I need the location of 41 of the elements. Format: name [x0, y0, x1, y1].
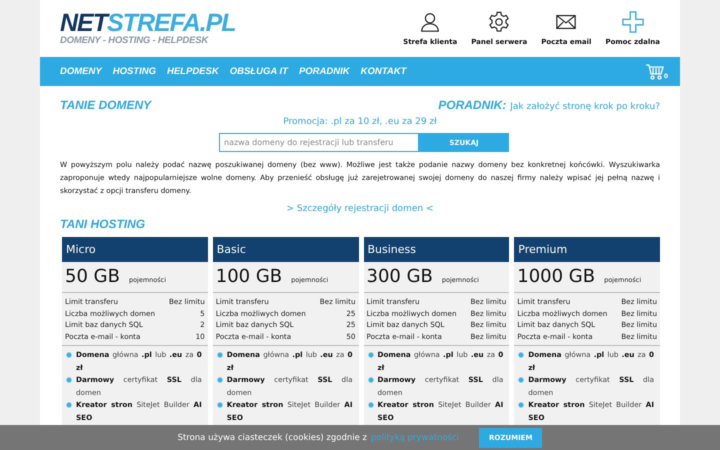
nav-link[interactable]: KONTAKT — [360, 66, 406, 77]
bullet-icon — [368, 377, 374, 383]
bullet-icon — [216, 352, 223, 358]
plan-capacity: 50 GB — [65, 266, 120, 287]
section-heading: TANI HOSTING — [60, 217, 146, 231]
nav-link[interactable]: DOMENY — [60, 66, 102, 77]
plan-capacity: 1000 GB — [517, 266, 596, 287]
bullet-icon — [518, 352, 524, 358]
cart-icon[interactable] — [646, 64, 664, 80]
nav-link[interactable]: HELPDESK — [166, 66, 219, 77]
privacy-link[interactable]: polityką prywatności — [371, 432, 459, 442]
bullet-icon — [518, 377, 524, 383]
plan-title: Business — [364, 237, 510, 262]
logo-tagline: DOMENY - HOSTING - HELPDESK — [60, 36, 210, 46]
bullet-icon — [216, 402, 223, 408]
user-icon — [419, 11, 442, 33]
settings-icon — [488, 11, 510, 33]
bullet-icon — [368, 352, 374, 358]
nav-link[interactable]: OBSŁUGA IT — [230, 66, 288, 77]
promo-text: Promocja: .pl za 10 zł, .eu za 29 zł — [283, 117, 437, 127]
plan-title: Basic — [212, 237, 358, 262]
nav-link[interactable]: PORADNIK — [298, 66, 350, 77]
plan-title: Premium — [514, 237, 660, 262]
cookie-notice: Strona używa ciasteczek (cookies) zgodnie z — [178, 432, 368, 442]
plan-capacity: 300 GB — [366, 266, 433, 287]
bullet-icon — [66, 377, 72, 383]
logo[interactable]: NETSTREFA.PL — [60, 11, 236, 36]
bullet-icon — [518, 402, 524, 408]
bullet-icon — [368, 402, 374, 408]
details-link[interactable]: > Szczegóły rejestracji domen < — [286, 204, 434, 214]
guide-label: PORADNIK: — [438, 98, 506, 112]
bullet-icon — [66, 402, 72, 408]
plus-icon — [622, 11, 644, 33]
bullet-icon — [216, 377, 223, 383]
plan-title: Micro — [62, 237, 208, 262]
nav-link[interactable]: HOSTING — [112, 66, 156, 77]
plan-capacity: 100 GB — [216, 266, 282, 287]
section-heading: TANIE DOMENY — [60, 98, 152, 112]
guide-link[interactable]: Jak założyć stronę krok po kroku? — [510, 102, 660, 112]
bullet-icon — [66, 352, 72, 358]
domain-search-field[interactable]: nazwa domeny do rejestracji lub transferu — [219, 133, 419, 152]
